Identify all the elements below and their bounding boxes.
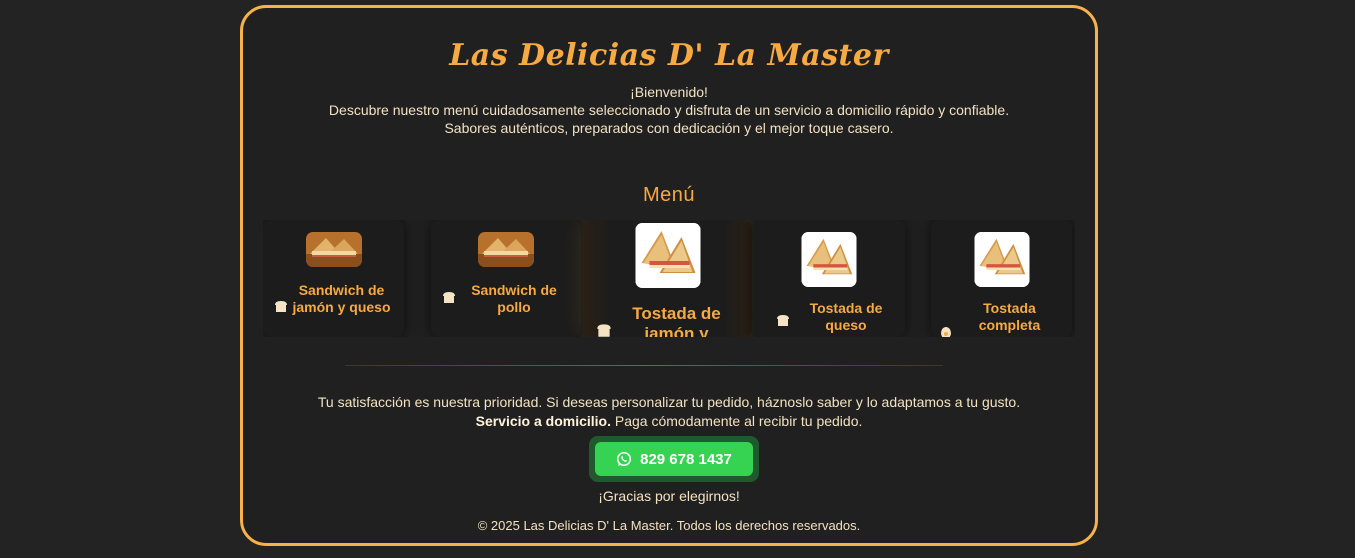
sandwich-image [478,232,534,267]
section-divider [345,365,943,366]
satisfaction-text: Tu satisfacción es nuestra prioridad. Si… [317,394,1021,410]
delivery-detail: Paga cómodamente al recibir tu pedido. [611,413,863,429]
whatsapp-button[interactable]: 829 678 1437 [595,442,753,476]
footer-text: © 2025 Las Delicias D' La Master. Todos … [477,518,861,533]
menu-item[interactable]: Sandwich de pollo [431,220,581,337]
menu-item-name: Sandwich de pollo [471,282,557,315]
intro-line-2: Sabores auténticos, preparados con dedic… [444,120,894,136]
toast-image [974,232,1029,287]
menu-item-name: Sandwich de jamón y queso [292,282,391,315]
menu-heading: Menú [642,184,696,206]
phone-number: 829 678 1437 [640,450,732,468]
menu-item-active[interactable]: Tostada de jamón y [583,220,752,337]
menu-item-name: Tostada completa [978,300,1041,333]
site-title: Las Delicias D' La Master [449,38,889,73]
whatsapp-icon [617,451,632,467]
intro-text: ¡Bienvenido! Descubre nuestro menú cuida… [243,83,1095,137]
intro-line-1: Descubre nuestro menú cuidadosamente sel… [328,102,1010,118]
whatsapp-button-wrapper: 829 678 1437 [589,436,759,482]
sandwich-image [305,232,362,267]
main-card: Las Delicias D' La Master ¡Bienvenido! D… [240,5,1098,546]
toast-image [801,232,857,287]
menu-item[interactable]: Sandwich de jamón y queso [263,220,404,337]
menu-item-name: Tostada de queso [809,300,883,333]
menu-carousel[interactable]: Sandwich de jamón y queso Sandwich de po… [263,220,1075,337]
delivery-label: Servicio a domicilio. [475,413,611,429]
egg-icon [941,327,951,337]
delivery-text: Servicio a domicilio. Paga cómodamente a… [243,412,1095,431]
welcome-text: ¡Bienvenido! [630,84,708,100]
menu-item-name: Tostada de jamón y [632,304,721,337]
bread-icon [777,315,789,326]
menu-item[interactable]: Tostada completa [931,220,1072,337]
info-text: Tu satisfacción es nuestra prioridad. Si… [243,393,1095,431]
thanks-text: ¡Gracias por elegirnos! [598,488,740,504]
menu-item[interactable]: Tostada de queso [753,220,905,337]
toast-image [635,223,700,288]
